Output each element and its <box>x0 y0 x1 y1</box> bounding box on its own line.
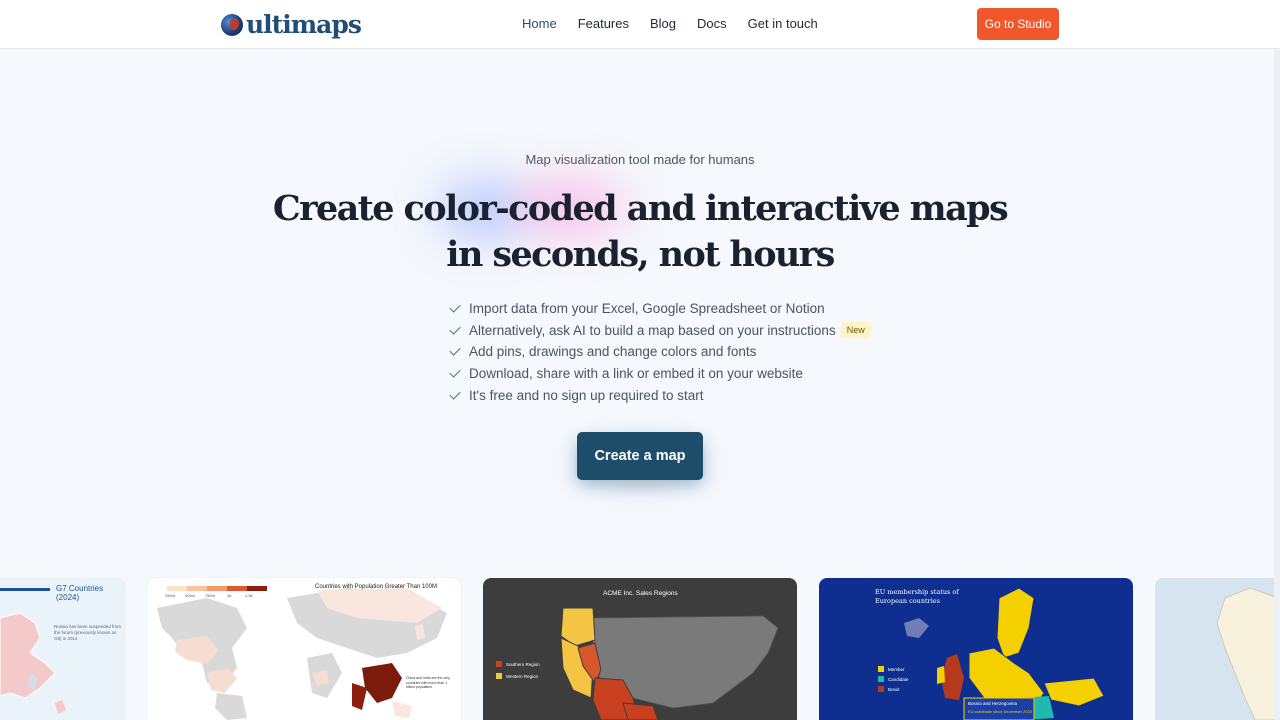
population-legend-4: 1.5b <box>245 593 253 598</box>
g7-title: G7 Countries (2024) <box>56 584 104 602</box>
acme-map-image <box>496 607 779 720</box>
hero-title: Create color-coded and interactive maps … <box>0 186 1280 278</box>
eu-callout-title: Bosnia and Herzegovina <box>968 701 1018 706</box>
feature-list: Import data from your Excel, Google Spre… <box>448 298 871 406</box>
tagline: Map visualization tool made for humans <box>525 152 755 167</box>
acme-legend-southern: Southern Region <box>506 662 540 667</box>
globe-logo-icon <box>221 13 243 36</box>
nav-link-get-in-touch[interactable]: Get in touch <box>748 16 818 31</box>
go-to-studio-button[interactable]: Go to Studio <box>977 8 1059 40</box>
feature-item: Add pins, drawings and change colors and… <box>448 341 871 363</box>
eu-callout-text: EU candidate since December 2022 <box>968 709 1033 714</box>
gallery-card-population[interactable]: Countries with Population Greater Than 1… <box>147 578 461 720</box>
check-icon <box>449 388 461 400</box>
create-map-button[interactable]: Create a map <box>577 432 703 480</box>
eu-map-image <box>878 587 1105 720</box>
page-scrollbar[interactable] <box>1274 49 1280 720</box>
population-title: Countries with Population Greater Than 1… <box>315 584 437 590</box>
nav-link-docs[interactable]: Docs <box>697 16 727 31</box>
feature-text: Add pins, drawings and change colors and… <box>469 344 757 360</box>
nav-link-features[interactable]: Features <box>578 16 629 31</box>
feature-item: Import data from your Excel, Google Spre… <box>448 298 871 320</box>
check-icon <box>449 344 461 357</box>
population-legend-1: 500m <box>185 593 196 598</box>
logo-text: ultimaps <box>246 10 362 39</box>
feature-item: It's free and no sign up required to sta… <box>448 384 871 406</box>
feature-text: It's free and no sign up required to sta… <box>469 387 704 403</box>
check-icon <box>449 323 461 335</box>
gallery-card-g7[interactable]: G7 Countries (2024) Russia has been susp… <box>0 578 126 720</box>
gallery-card-eu[interactable]: EU membership status of European countri… <box>819 578 1133 720</box>
feature-text: Download, share with a link or embed it … <box>469 366 803 382</box>
population-note: China and India are the only countries w… <box>406 676 450 689</box>
feature-item: Download, share with a link or embed it … <box>448 363 871 385</box>
gallery-card-partial[interactable] <box>1155 578 1280 720</box>
new-badge: New <box>840 322 871 339</box>
eu-legend-brexit: Brexit <box>888 687 900 692</box>
gallery-card-acme[interactable]: ACME Inc. Sales Regions Southern Region … <box>483 578 797 720</box>
nav-link-blog[interactable]: Blog <box>650 16 676 31</box>
population-map-image <box>157 586 447 720</box>
hero-title-line1: Create color-coded and interactive maps <box>272 188 1009 229</box>
eu-legend-member: Member <box>888 667 905 672</box>
population-legend-2: 750m <box>205 593 216 598</box>
eu-title-line1: EU membership status of <box>875 588 959 596</box>
acme-title: ACME Inc. Sales Regions <box>603 590 678 597</box>
check-icon <box>449 301 461 313</box>
hero-title-line2: in seconds, not hours <box>446 234 835 275</box>
feature-item: Alternatively, ask AI to build a map bas… <box>448 320 871 342</box>
eu-legend-candidate: Candidate <box>888 677 909 682</box>
population-legend-3: 1b <box>227 593 232 598</box>
check-icon <box>449 366 461 378</box>
acme-legend-western: Western Region <box>506 674 539 679</box>
nav-link-home[interactable]: Home <box>522 16 557 31</box>
population-legend-0: 250m <box>165 593 176 598</box>
g7-note: Russia has been suspended from the forum… <box>54 624 122 641</box>
feature-text: Import data from your Excel, Google Spre… <box>469 301 825 317</box>
feature-text: Alternatively, ask AI to build a map bas… <box>469 322 836 338</box>
eu-title-line2: European countries <box>875 597 940 605</box>
top-nav: ultimaps Home Features Blog Docs Get in … <box>0 0 1280 49</box>
nav-links: Home Features Blog Docs Get in touch <box>522 16 839 31</box>
logo[interactable]: ultimaps <box>221 10 362 39</box>
partial-map-image <box>1216 587 1280 720</box>
